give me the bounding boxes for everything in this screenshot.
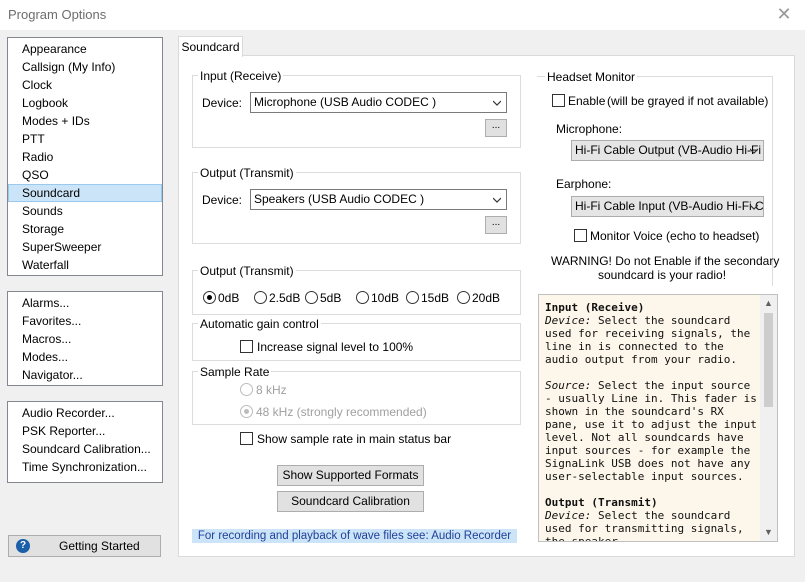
sidebar-item-alarms[interactable]: Alarms... [8,294,162,312]
headset-enable-label: Enable [568,94,606,108]
chevron-down-icon [750,204,758,210]
getting-started-button[interactable]: ? Getting Started [8,535,161,557]
headset-enable-hint: (will be grayed if not available) [607,94,769,108]
help-output-device-label: Device: [545,509,592,522]
input-receive-legend: Input (Receive) [198,69,284,83]
title-bar: Program Options ✕ [0,0,805,30]
status-bar-checkbox[interactable] [240,432,253,445]
output-level-radio-10db[interactable] [356,291,369,304]
input-device-value: Microphone (USB Audio CODEC ) [254,95,437,109]
output-device-value: Speakers (USB Audio CODEC ) [254,192,425,206]
help-scroll-thumb[interactable] [764,313,773,407]
nav-list-utilities: Audio Recorder... PSK Reporter... Soundcar… [7,401,163,483]
headset-enable-checkbox[interactable] [552,94,565,107]
chevron-down-icon [493,100,501,106]
help-heading-input: Input (Receive) [545,301,645,314]
output-level-label-5db: 5dB [320,291,342,305]
help-scrollbar[interactable]: ▲ ▼ [760,295,777,541]
status-bar-checkbox-label: Show sample rate in main status bar [257,432,452,446]
sidebar-item-modes[interactable]: Modes... [8,348,162,366]
input-browse-button[interactable]: ... [485,119,507,137]
output-level-legend: Output (Transmit) [198,264,296,278]
sidebar-item-audio-recorder[interactable]: Audio Recorder... [8,404,162,422]
scroll-down-icon[interactable]: ▼ [760,524,777,541]
output-device-select[interactable]: Speakers (USB Audio CODEC ) [250,189,507,210]
sidebar-item-qso[interactable]: QSO [8,166,162,184]
help-content: Input (Receive) Device: Select the sound… [545,301,759,541]
sidebar-item-psk-reporter[interactable]: PSK Reporter... [8,422,162,440]
sidebar-item-appearance[interactable]: Appearance [8,40,162,58]
scroll-up-icon[interactable]: ▲ [760,295,777,312]
output-level-label-15db: 15dB [421,291,450,305]
output-device-label: Device: [202,193,243,207]
output-level-label-2-5db: 2.5dB [269,291,301,305]
output-level-label-20db: 20dB [472,291,501,305]
input-device-select[interactable]: Microphone (USB Audio CODEC ) [250,92,507,113]
help-icon: ? [16,539,30,553]
help-heading-output: Output (Transmit) [545,496,658,509]
sample-rate-8khz-label: 8 kHz [256,383,287,397]
headset-ear-label: Earphone: [556,177,612,191]
output-level-radio-5db[interactable] [305,291,318,304]
sidebar-item-soundcard-calibration[interactable]: Soundcard Calibration... [8,440,162,458]
monitor-voice-checkbox[interactable] [574,229,587,242]
output-level-radio-0db[interactable] [203,291,216,304]
help-text-panel[interactable]: Input (Receive) Device: Select the sound… [538,294,778,542]
sidebar-item-macros[interactable]: Macros... [8,330,162,348]
show-supported-formats-button[interactable]: Show Supported Formats [277,465,424,486]
agc-checkbox[interactable] [240,340,253,353]
sample-rate-legend: Sample Rate [198,365,272,379]
help-source-label: Source: [545,379,592,392]
nav-list-tools: Alarms... Favorites... Macros... Modes... Na… [7,291,163,386]
tab-soundcard[interactable]: Soundcard [178,36,243,57]
sidebar-item-waterfall[interactable]: Waterfall [8,256,162,274]
output-level-radio-20db[interactable] [457,291,470,304]
agc-legend: Automatic gain control [198,317,321,331]
chevron-down-icon [750,148,758,154]
output-level-label-0db: 0dB [218,291,240,305]
output-level-label-10db: 10dB [371,291,400,305]
output-level-radio-15db[interactable] [406,291,419,304]
headset-warning-line1: WARNING! Do not Enable if the secondary [551,254,780,268]
sidebar-item-supersweeper[interactable]: SuperSweeper [8,238,162,256]
getting-started-label: Getting Started [59,539,140,553]
sample-rate-48khz-label: 48 kHz (strongly recommended) [256,405,427,419]
headset-monitor-legend: Headset Monitor [545,70,638,84]
headset-ear-value: Hi-Fi Cable Input (VB-Audio Hi-Fi Ca [575,199,764,213]
headset-mic-select[interactable]: Hi-Fi Cable Output (VB-Audio Hi-Fi C [571,140,764,161]
sidebar-item-navigator[interactable]: Navigator... [8,366,162,384]
window-title: Program Options [8,7,107,22]
audio-recorder-note[interactable]: For recording and playback of wave files… [192,529,517,543]
help-device-label: Device: [545,314,592,327]
headset-ear-select[interactable]: Hi-Fi Cable Input (VB-Audio Hi-Fi Ca [571,196,764,217]
sidebar-item-radio[interactable]: Radio [8,148,162,166]
sample-rate-48khz-radio[interactable] [240,405,253,418]
sidebar-item-storage[interactable]: Storage [8,220,162,238]
sidebar-item-time-synchronization[interactable]: Time Synchronization... [8,458,162,476]
sidebar-item-favorites[interactable]: Favorites... [8,312,162,330]
close-icon[interactable]: ✕ [771,3,797,25]
input-device-label: Device: [202,96,243,110]
sidebar-item-ptt[interactable]: PTT [8,130,162,148]
output-level-radio-2-5db[interactable] [254,291,267,304]
headset-mic-value: Hi-Fi Cable Output (VB-Audio Hi-Fi C [575,143,764,157]
headset-warning-line2: soundcard is your radio! [598,268,727,282]
headset-mic-label: Microphone: [556,122,623,136]
sidebar-item-callsign-my-info[interactable]: Callsign (My Info) [8,58,162,76]
agc-checkbox-label: Increase signal level to 100% [257,340,414,354]
sidebar-item-soundcard[interactable]: Soundcard [8,184,162,202]
sample-rate-8khz-radio[interactable] [240,383,253,396]
chevron-down-icon [493,197,501,203]
sidebar-item-clock[interactable]: Clock [8,76,162,94]
output-browse-button[interactable]: ... [485,216,507,234]
help-paragraph-source: Select the input source - usually Line i… [545,379,757,483]
nav-list-main: Appearance Callsign (My Info) Clock Logbook… [7,37,163,276]
sidebar-item-sounds[interactable]: Sounds [8,202,162,220]
output-transmit-legend: Output (Transmit) [198,166,296,180]
soundcard-calibration-button[interactable]: Soundcard Calibration [277,491,424,512]
monitor-voice-label: Monitor Voice (echo to headset) [590,229,760,243]
sidebar-item-modes-ids[interactable]: Modes + IDs [8,112,162,130]
sidebar-item-logbook[interactable]: Logbook [8,94,162,112]
